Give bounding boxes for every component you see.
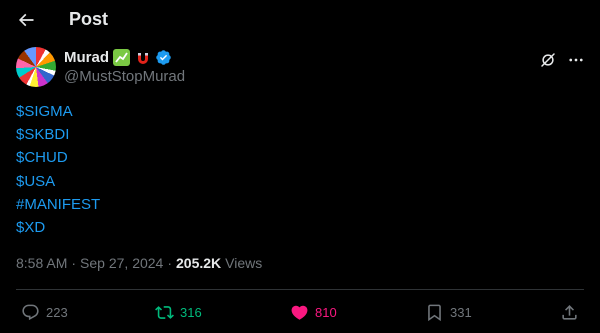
- post-metadata: 8:58 AM · Sep 27, 2024 · 205.2K Views: [16, 255, 262, 271]
- like-button[interactable]: 810: [290, 300, 337, 324]
- bookmark-button[interactable]: 331: [425, 300, 472, 324]
- avatar[interactable]: [16, 47, 56, 87]
- repost-icon: [155, 305, 174, 319]
- cashtag-link[interactable]: $SKBDI: [16, 123, 100, 146]
- verified-badge-icon[interactable]: [155, 49, 172, 66]
- back-button[interactable]: [14, 8, 38, 32]
- share-icon: [562, 304, 577, 320]
- like-count: 810: [315, 304, 337, 320]
- arrow-left-icon: [18, 13, 34, 27]
- author-handle[interactable]: @MustStopMurad: [64, 68, 185, 85]
- post-time[interactable]: 8:58 AM: [16, 255, 67, 271]
- more-options-button[interactable]: [566, 50, 586, 70]
- post-text: $SIGMA $SKBDI $CHUD $USA #MANIFEST $XD: [16, 100, 100, 239]
- meta-separator: ·: [167, 255, 173, 271]
- cashtag-link[interactable]: $XD: [16, 216, 100, 239]
- grok-button[interactable]: [538, 50, 558, 70]
- meta-separator: ·: [71, 255, 77, 271]
- bookmark-icon: [428, 304, 441, 321]
- views-label: Views: [225, 255, 263, 271]
- hashtag-link[interactable]: #MANIFEST: [16, 193, 100, 216]
- grok-icon: [541, 53, 555, 67]
- divider: [16, 289, 584, 290]
- heart-icon: [291, 305, 308, 320]
- author-display-name[interactable]: Murad: [64, 49, 109, 66]
- page-title: Post: [69, 9, 109, 29]
- repost-count: 316: [180, 304, 202, 320]
- cashtag-link[interactable]: $SIGMA: [16, 100, 100, 123]
- more-horizontal-icon: [569, 58, 583, 62]
- share-button[interactable]: [560, 300, 579, 324]
- views-count[interactable]: 205.2K: [176, 255, 221, 271]
- cashtag-link[interactable]: $CHUD: [16, 146, 100, 169]
- reply-icon: [22, 304, 39, 320]
- chart-increasing-emoji-icon: [113, 49, 130, 66]
- top-bar: Post: [0, 0, 600, 40]
- post-date[interactable]: Sep 27, 2024: [80, 255, 163, 271]
- repost-button[interactable]: 316: [155, 300, 202, 324]
- author-name-row: Murad: [64, 49, 172, 66]
- bookmark-count: 331: [450, 304, 472, 320]
- reply-button[interactable]: 223: [21, 300, 68, 324]
- reply-count: 223: [46, 304, 68, 320]
- action-bar: 223 316 810 331: [0, 300, 600, 324]
- cashtag-link[interactable]: $USA: [16, 170, 100, 193]
- magnet-emoji-icon: [134, 49, 151, 66]
